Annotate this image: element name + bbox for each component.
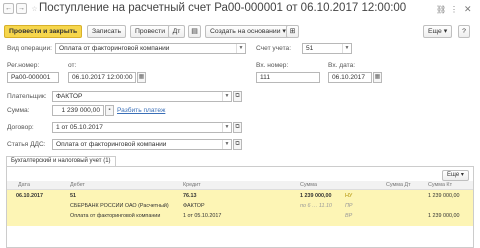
calendar-icon[interactable]: ▦ bbox=[373, 72, 382, 83]
chevron-down-icon[interactable]: ▼ bbox=[222, 92, 231, 101]
row-credit-account: 76.13 bbox=[183, 193, 197, 199]
row-debit-sub1: СБЕРБАНК РОССИИ ОАО (Расчетный) bbox=[70, 203, 169, 209]
in-date-input[interactable]: 06.10.2017 bbox=[328, 72, 372, 83]
chevron-down-icon[interactable]: ▼ bbox=[222, 123, 231, 132]
print-icon[interactable]: ▤ bbox=[188, 25, 201, 38]
row-sum-note: по 6 … 11.10 bbox=[300, 203, 332, 209]
row-credit-sub2: 1 от 05.10.2017 bbox=[183, 213, 222, 219]
row-sum: 1 239 000,00 bbox=[300, 193, 332, 199]
contract-label: Договор: bbox=[7, 124, 34, 131]
header-sum-dt: Сумма Дт bbox=[386, 182, 411, 188]
header-sum: Сумма bbox=[300, 182, 317, 188]
account-value: 51 bbox=[306, 45, 314, 52]
operation-value: Оплата от факторинговой компании bbox=[59, 45, 170, 52]
open-icon[interactable]: ⧉ bbox=[233, 139, 242, 150]
row-nu-label: НУ bbox=[345, 193, 353, 199]
from-label: от: bbox=[68, 62, 77, 69]
account-label: Счет учета: bbox=[256, 45, 292, 52]
header-debit: Дебет bbox=[70, 182, 85, 188]
chevron-down-icon[interactable]: ▼ bbox=[236, 44, 245, 53]
back-arrow-icon[interactable]: ← bbox=[3, 3, 14, 14]
in-date-label: Вх. дата: bbox=[328, 62, 356, 69]
table-more-label: Еще bbox=[447, 172, 460, 178]
header-sum-kt: Сумма Кт bbox=[428, 182, 453, 188]
payer-select[interactable]: ФАКТОР ▼ bbox=[52, 91, 232, 102]
account-select[interactable]: 51 ▼ bbox=[302, 43, 352, 54]
dds-select[interactable]: Оплата от факторинговой компании ▼ bbox=[52, 139, 232, 150]
open-icon[interactable]: ⧉ bbox=[233, 122, 242, 133]
create-based-on-label: Создать на основании bbox=[210, 28, 281, 35]
row-pr-label: ПР bbox=[345, 203, 353, 209]
payer-label: Плательщик: bbox=[7, 93, 47, 100]
row-debit-account: 51 bbox=[70, 193, 76, 199]
dds-value: Оплата от факторинговой компании bbox=[56, 141, 167, 148]
more-label: Еще bbox=[428, 28, 442, 35]
header-date: Дата bbox=[18, 182, 30, 188]
operation-select[interactable]: Оплата от факторинговой компании ▼ bbox=[55, 43, 246, 54]
save-button[interactable]: Записать bbox=[87, 25, 127, 38]
close-icon[interactable]: ✕ bbox=[464, 4, 472, 15]
row-credit-sub1: ФАКТОР bbox=[183, 203, 205, 209]
calendar-icon[interactable]: ▦ bbox=[137, 72, 146, 83]
row-vr-label: ВР bbox=[345, 213, 353, 219]
forward-arrow-icon[interactable]: → bbox=[16, 3, 27, 14]
sum-label: Сумма: bbox=[7, 107, 30, 114]
sum-input[interactable]: 1 239 000,00 bbox=[52, 105, 104, 116]
row-sum-dt: 1 239 000,00 bbox=[428, 193, 460, 199]
post-and-close-button[interactable]: Провести и закрыть bbox=[4, 25, 83, 38]
window-title: Поступление на расчетный счет Ра00-00000… bbox=[39, 2, 407, 14]
chevron-down-icon[interactable]: ▼ bbox=[342, 44, 351, 53]
split-payment-link[interactable]: Разбить платеж bbox=[117, 107, 165, 114]
more-vertical-icon[interactable]: ⋮ bbox=[450, 5, 458, 14]
date-input[interactable]: 06.10.2017 12:00:00 bbox=[68, 72, 136, 83]
operation-label: Вид операции: bbox=[7, 45, 52, 52]
header-credit: Кредит bbox=[183, 182, 201, 188]
contract-select[interactable]: 1 от 05.10.2017 ▼ bbox=[52, 122, 232, 133]
in-num-input[interactable]: 111 bbox=[256, 72, 320, 83]
attach-icon[interactable]: ⊞ bbox=[286, 25, 299, 38]
table-more-button[interactable]: Еще ▾ bbox=[442, 170, 469, 181]
payer-value: ФАКТОР bbox=[56, 93, 83, 100]
row-debit-sub2: Оплата от факторинговой компании bbox=[70, 213, 161, 219]
open-icon[interactable]: ⧉ bbox=[233, 91, 242, 102]
regnum-label: Рег.номер: bbox=[7, 62, 40, 69]
regnum-input[interactable]: Ра00-000001 bbox=[7, 72, 59, 83]
row-sum-kt: 1 239 000,00 bbox=[428, 213, 460, 219]
calculator-icon[interactable]: ▪ bbox=[105, 105, 114, 116]
create-based-on-button[interactable]: Создать на основании ▾ bbox=[205, 25, 291, 38]
help-button[interactable]: ? bbox=[458, 25, 470, 38]
more-button[interactable]: Еще ▾ bbox=[423, 25, 453, 38]
dds-label: Статья ДДС: bbox=[7, 141, 46, 148]
chevron-down-icon[interactable]: ▼ bbox=[222, 140, 231, 149]
row-date: 06.10.2017 bbox=[16, 193, 43, 199]
contract-value: 1 от 05.10.2017 bbox=[56, 124, 103, 131]
title-bar: ← → ☆ Поступление на расчетный счет Ра00… bbox=[0, 0, 480, 20]
link-icon[interactable]: ⛓ bbox=[436, 5, 446, 14]
in-num-label: Вх. номер: bbox=[256, 62, 289, 69]
post-button[interactable]: Провести bbox=[130, 25, 171, 38]
posting-report-icon[interactable]: Дт bbox=[168, 25, 185, 38]
